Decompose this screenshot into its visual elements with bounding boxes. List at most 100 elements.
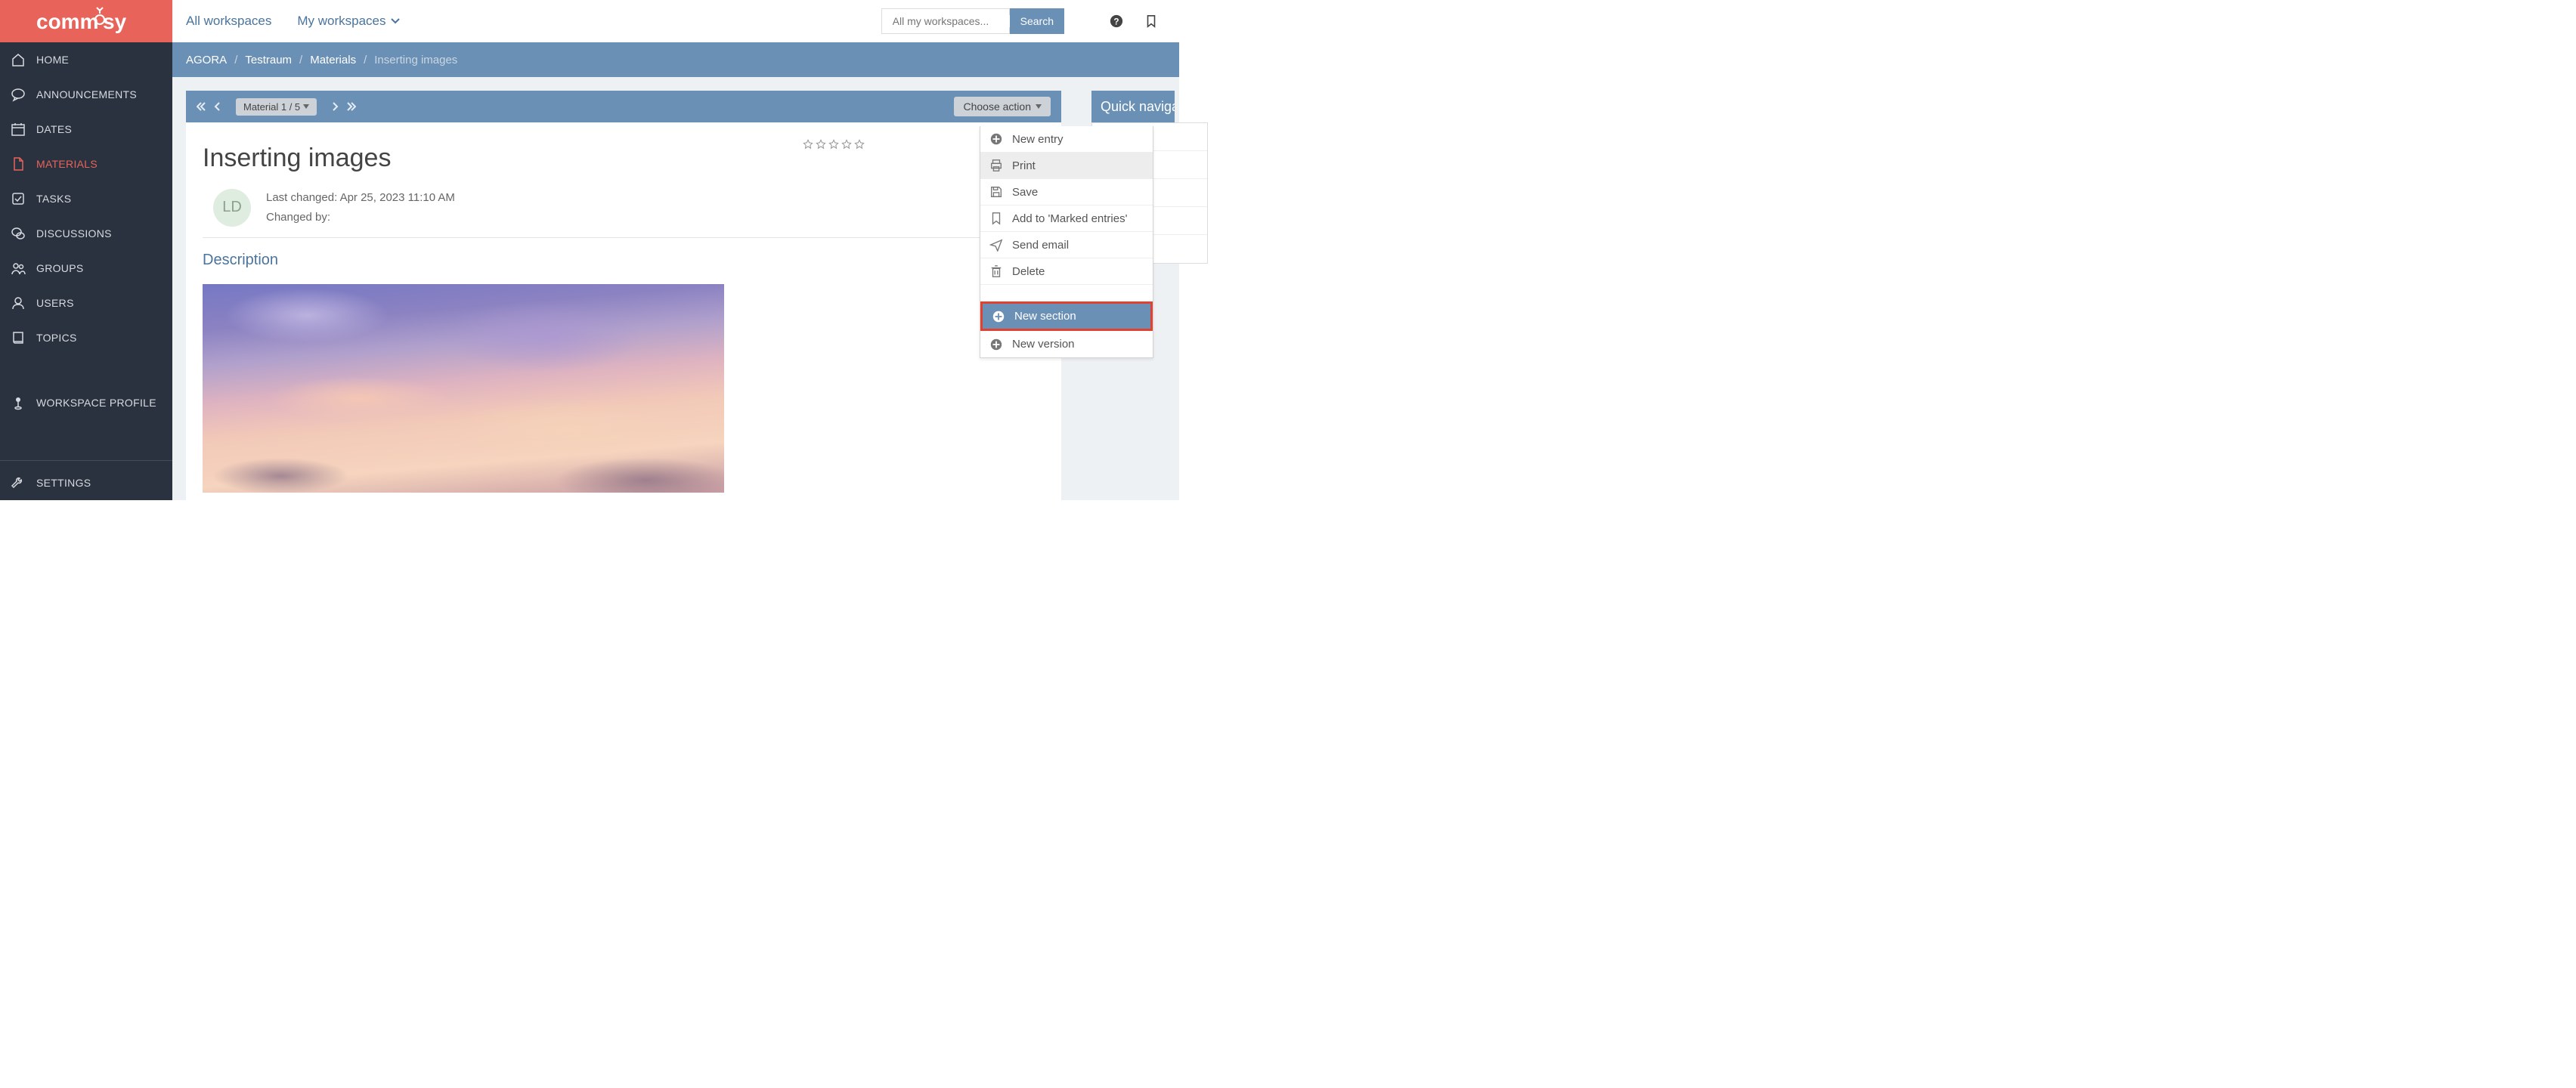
sidebar-label: DISCUSSIONS bbox=[36, 227, 112, 240]
wrench-icon bbox=[11, 475, 26, 490]
dd-new-version[interactable]: New version bbox=[980, 331, 1153, 357]
dd-label: Save bbox=[1012, 186, 1038, 199]
rating-stars[interactable] bbox=[803, 139, 865, 150]
svg-text:comm: comm bbox=[36, 10, 98, 33]
caret-down-icon bbox=[303, 104, 309, 109]
document-icon bbox=[11, 156, 26, 172]
book-icon bbox=[11, 330, 26, 345]
logo[interactable]: commsy bbox=[0, 0, 172, 42]
check-icon bbox=[11, 191, 26, 206]
divider bbox=[203, 237, 1045, 238]
print-icon bbox=[989, 159, 1003, 172]
dd-delete[interactable]: Delete bbox=[980, 258, 1153, 285]
quicknav-header: Quick navigation bbox=[1091, 91, 1175, 122]
pin-icon bbox=[11, 395, 26, 410]
sidebar-item-users[interactable]: USERS bbox=[0, 286, 172, 320]
dd-label: Print bbox=[1012, 159, 1036, 172]
dd-send-email[interactable]: Send email bbox=[980, 232, 1153, 258]
avatar[interactable]: LD bbox=[213, 189, 251, 227]
sidebar-label: SETTINGS bbox=[36, 477, 91, 489]
svg-text:sy: sy bbox=[103, 10, 127, 33]
search-button[interactable]: Search bbox=[1010, 8, 1064, 34]
dd-label: New version bbox=[1012, 338, 1075, 351]
group-icon bbox=[11, 261, 26, 276]
dd-label: New section bbox=[1014, 310, 1076, 323]
card-header: Material 1 / 5 Choose action bbox=[186, 91, 1061, 122]
my-workspaces-link[interactable]: My workspaces bbox=[297, 14, 399, 29]
calendar-icon bbox=[11, 122, 26, 137]
search-area: Search bbox=[881, 8, 1064, 34]
content-area: Material 1 / 5 Choose action Inserting i… bbox=[172, 77, 1179, 500]
all-workspaces-label: All workspaces bbox=[186, 14, 271, 29]
my-workspaces-label: My workspaces bbox=[297, 14, 385, 29]
help-icon[interactable]: ? bbox=[1110, 14, 1123, 28]
pager-label: Material 1 / 5 bbox=[243, 101, 300, 113]
page-title: Inserting images bbox=[203, 144, 1045, 173]
sidebar-label: GROUPS bbox=[36, 262, 83, 274]
crumb-current: Inserting images bbox=[374, 54, 457, 66]
sidebar-item-announcements[interactable]: ANNOUNCEMENTS bbox=[0, 77, 172, 112]
quicknav-title: Quick navigation bbox=[1101, 99, 1175, 115]
dd-new-section[interactable]: New section bbox=[980, 301, 1153, 331]
top-nav: All workspaces My workspaces Search ? bbox=[172, 0, 1179, 42]
pager-prev[interactable] bbox=[213, 101, 222, 112]
sidebar-label: DATES bbox=[36, 123, 72, 135]
crumb-section[interactable]: Materials bbox=[310, 54, 356, 66]
sidebar-label: USERS bbox=[36, 297, 74, 309]
sidebar-item-home[interactable]: HOME bbox=[0, 42, 172, 77]
plus-circle-icon bbox=[989, 338, 1003, 351]
material-card: Material 1 / 5 Choose action Inserting i… bbox=[186, 91, 1061, 514]
choose-action-label: Choose action bbox=[963, 100, 1031, 113]
pager-next[interactable] bbox=[330, 101, 339, 112]
star-icon bbox=[803, 139, 813, 150]
sidebar-item-settings[interactable]: SETTINGS bbox=[0, 465, 172, 500]
action-dropdown: New entry Print Save Add to 'Marked entr… bbox=[980, 126, 1153, 358]
sidebar-item-discussions[interactable]: DISCUSSIONS bbox=[0, 216, 172, 251]
crumb-agora[interactable]: AGORA bbox=[186, 54, 227, 66]
plus-circle-icon bbox=[989, 132, 1003, 146]
trash-icon bbox=[989, 264, 1003, 278]
star-icon bbox=[854, 139, 865, 150]
send-icon bbox=[989, 238, 1003, 252]
choose-action-button[interactable]: Choose action bbox=[954, 97, 1051, 116]
crumb-sep: / bbox=[364, 54, 367, 66]
all-workspaces-link[interactable]: All workspaces bbox=[186, 14, 271, 29]
dd-add-marked[interactable]: Add to 'Marked entries' bbox=[980, 206, 1153, 232]
search-input[interactable] bbox=[893, 15, 1029, 27]
dd-label: Add to 'Marked entries' bbox=[1012, 212, 1127, 225]
chat-icon bbox=[11, 87, 26, 102]
dd-gap bbox=[980, 285, 1153, 301]
crumb-sep: / bbox=[234, 54, 237, 66]
top-icons: ? bbox=[1110, 14, 1158, 28]
sidebar-item-tasks[interactable]: TASKS bbox=[0, 181, 172, 216]
sidebar-item-dates[interactable]: DATES bbox=[0, 112, 172, 147]
sidebar-item-topics[interactable]: TOPICS bbox=[0, 320, 172, 355]
dd-save[interactable]: Save bbox=[980, 179, 1153, 206]
star-icon bbox=[816, 139, 826, 150]
dd-label: Delete bbox=[1012, 265, 1045, 278]
pager-last[interactable] bbox=[347, 101, 356, 112]
sidebar-label: TASKS bbox=[36, 193, 71, 205]
crumb-sep: / bbox=[299, 54, 302, 66]
meta-row: LD Last changed: Apr 25, 2023 11:10 AM C… bbox=[203, 188, 1045, 227]
discussion-icon bbox=[11, 226, 26, 241]
bookmark-icon[interactable] bbox=[1144, 14, 1158, 28]
star-icon bbox=[828, 139, 839, 150]
sidebar-item-groups[interactable]: GROUPS bbox=[0, 251, 172, 286]
crumb-room[interactable]: Testraum bbox=[245, 54, 292, 66]
last-changed: Last changed: Apr 25, 2023 11:10 AM bbox=[266, 188, 455, 208]
sidebar-item-materials[interactable]: MATERIALS bbox=[0, 147, 172, 181]
meta-text: Last changed: Apr 25, 2023 11:10 AM Chan… bbox=[266, 188, 455, 227]
sidebar-label: WORKSPACE PROFILE bbox=[36, 397, 156, 409]
pager-badge[interactable]: Material 1 / 5 bbox=[236, 98, 317, 116]
chevron-down-icon bbox=[391, 18, 400, 24]
search-input-wrap[interactable] bbox=[881, 8, 1010, 34]
dd-new-entry[interactable]: New entry bbox=[980, 126, 1153, 153]
sidebar-label: MATERIALS bbox=[36, 158, 98, 170]
dd-print[interactable]: Print bbox=[980, 153, 1153, 179]
user-icon bbox=[11, 295, 26, 311]
pager-first[interactable] bbox=[197, 101, 206, 112]
home-icon bbox=[11, 52, 26, 67]
sidebar: HOME ANNOUNCEMENTS DATES MATERIALS TASKS… bbox=[0, 42, 172, 500]
sidebar-item-workspace-profile[interactable]: WORKSPACE PROFILE bbox=[0, 385, 172, 420]
